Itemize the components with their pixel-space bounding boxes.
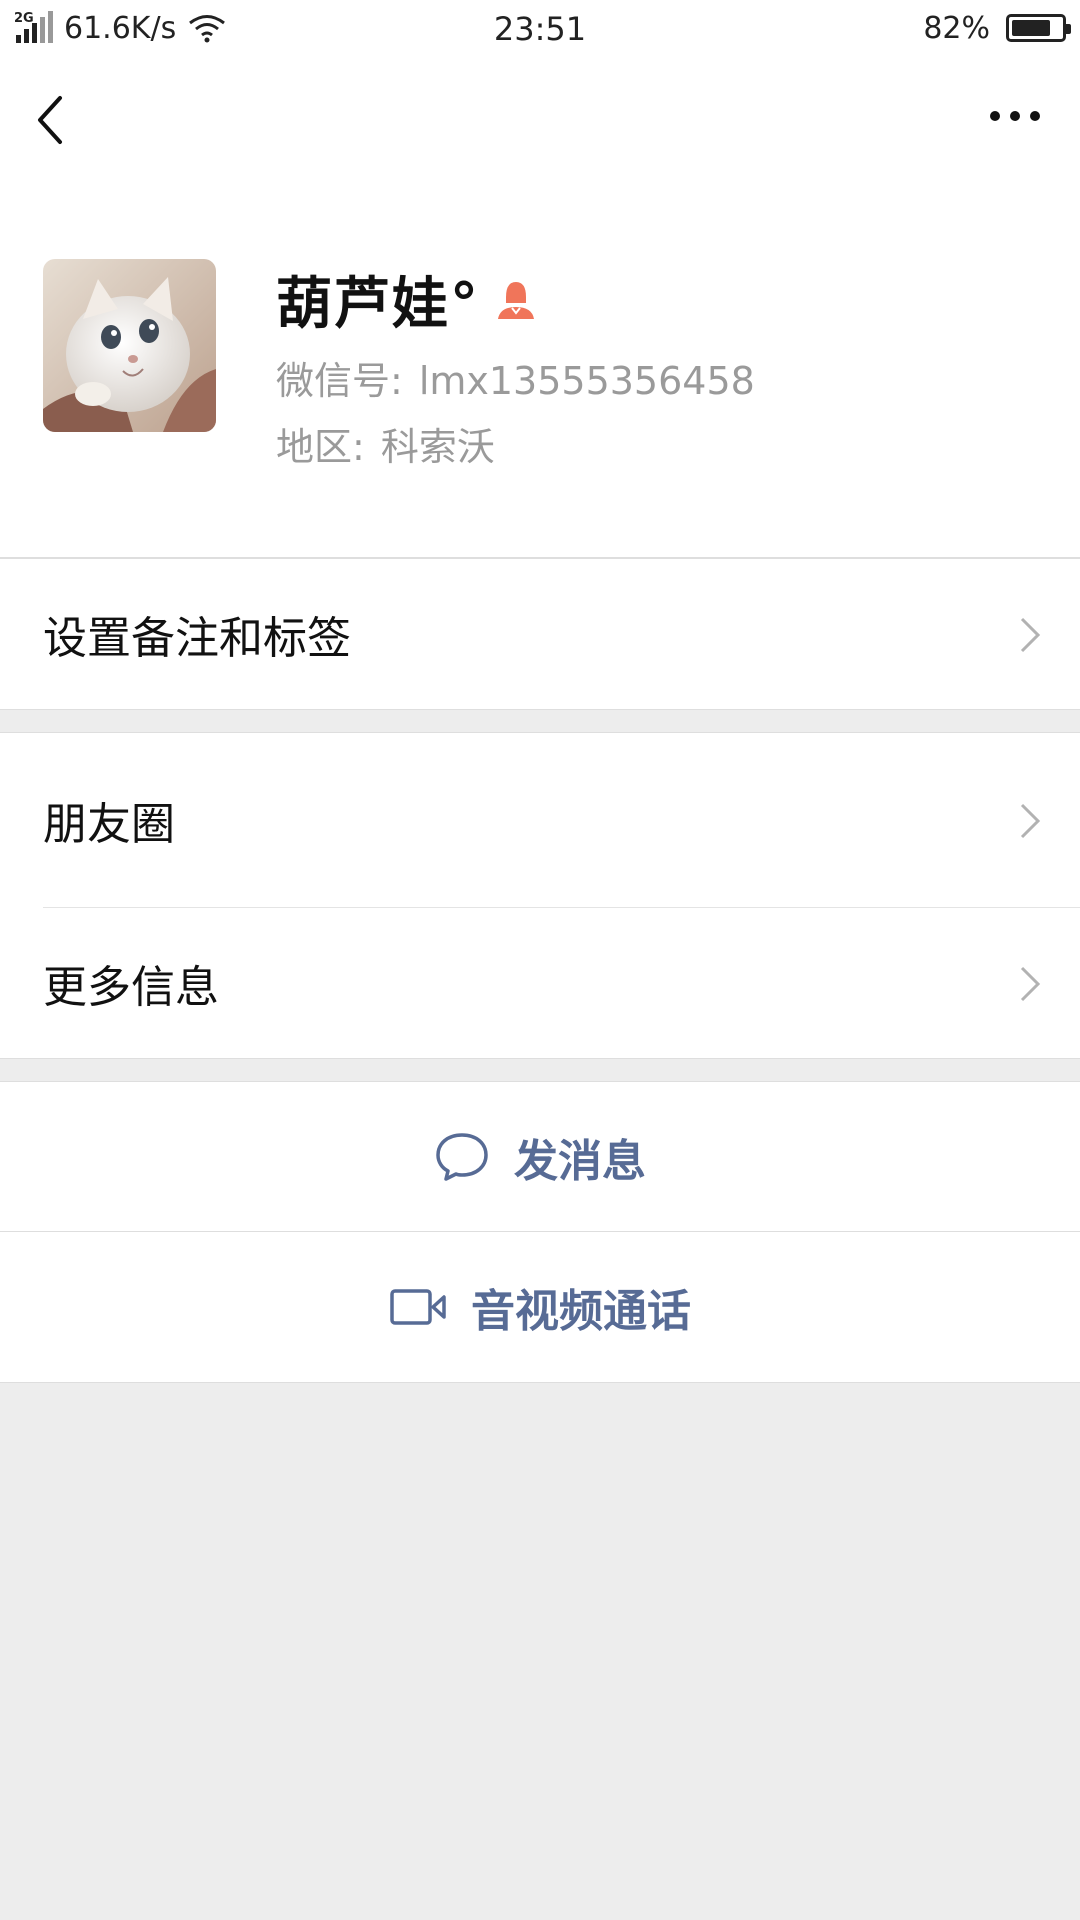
status-time: 23:51 [493,10,587,48]
wechat-id-value: lmx13555356458 [418,359,755,403]
chevron-right-icon [1020,803,1041,839]
moments-label: 朋友圈 [43,799,175,850]
video-call-button[interactable]: 音视频通话 [0,1232,1080,1382]
battery-percent: 82% [923,10,990,46]
action-divider-bottom [0,1382,1080,1383]
more-dots-icon[interactable] [980,96,1050,136]
info-group: 朋友圈 更多信息 [0,732,1080,1059]
send-message-button[interactable]: 发消息 [0,1082,1080,1232]
wechat-id-label: 微信号: [276,359,403,403]
video-camera-icon [390,1289,446,1325]
profile-name: 葫芦娃° [276,271,480,337]
status-bar: 2G 61.6K/s 23:51 82% [0,0,1080,56]
top-nav [0,56,1080,184]
remark-tags-row[interactable]: 设置备注和标签 [0,559,1080,709]
remark-group: 设置备注和标签 [0,558,1080,710]
chevron-right-icon [1020,617,1041,653]
battery-fill [1012,20,1051,36]
chevron-right-icon [1020,966,1041,1002]
region-line: 地区: 科索沃 [276,416,495,471]
avatar[interactable] [43,259,216,432]
more-info-row[interactable]: 更多信息 [0,908,1080,1058]
female-icon [498,282,534,319]
moments-row[interactable]: 朋友圈 [0,733,1080,907]
chat-bubble-icon [436,1133,488,1181]
battery-icon [1006,14,1071,42]
profile-card: 葫芦娃° 微信号: lmx13555356458 地区: 科索沃 [0,184,1080,558]
send-message-label: 发消息 [514,1136,646,1187]
back-arrow-icon[interactable] [30,92,80,148]
wechat-id-line: 微信号: lmx13555356458 [276,350,755,405]
remark-tags-label: 设置备注和标签 [43,613,351,664]
more-info-label: 更多信息 [43,962,219,1013]
video-call-label: 音视频通话 [471,1286,691,1337]
region-label: 地区: [276,425,365,469]
region-value: 科索沃 [380,425,495,469]
status-right: 82% [923,8,1071,48]
name-row: 葫芦娃° [276,264,538,337]
